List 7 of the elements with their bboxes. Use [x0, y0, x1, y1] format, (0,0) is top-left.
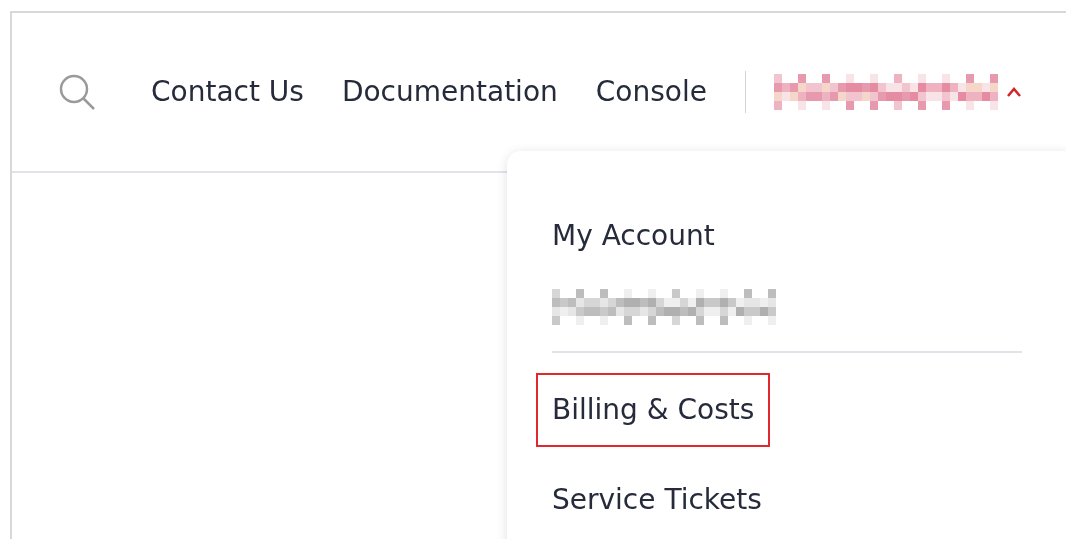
menu-item[interactable]: Service Tickets — [552, 475, 762, 525]
menu-item[interactable]: Billing & Costs — [538, 375, 769, 445]
menu-heading: My Account — [552, 218, 715, 254]
nav-link[interactable]: Contact Us — [151, 71, 304, 113]
nav-link[interactable]: Documentation — [341, 71, 558, 113]
nav-link[interactable]: Console — [595, 71, 707, 113]
search-icon[interactable] — [57, 72, 97, 112]
